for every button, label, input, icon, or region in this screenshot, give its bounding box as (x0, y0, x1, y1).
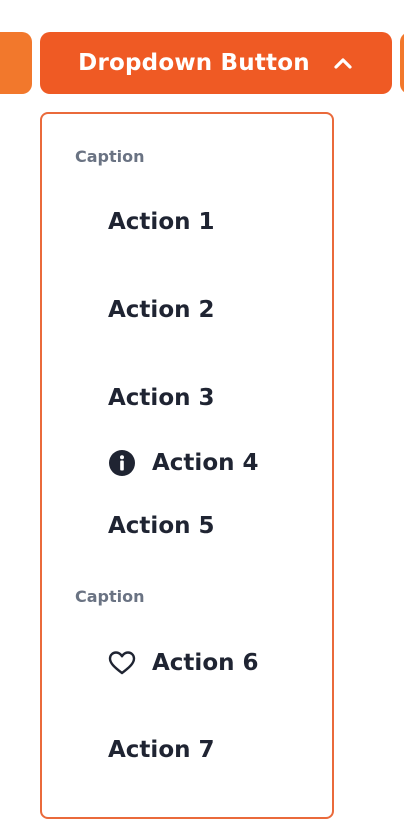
dropdown-menu: Caption Action 1 Action 2 Action 3 Actio… (40, 112, 334, 819)
menu-item-action-6[interactable]: Action 6 (108, 649, 259, 677)
chevron-up-icon (332, 52, 354, 74)
menu-item-label: Action 3 (108, 385, 215, 411)
menu-item-label: Action 2 (108, 297, 215, 323)
dropdown-button[interactable]: Dropdown Button (40, 32, 392, 94)
menu-item-action-2[interactable]: Action 2 (108, 297, 215, 323)
menu-caption-1: Caption (75, 147, 145, 166)
menu-item-action-5[interactable]: Action 5 (108, 513, 215, 539)
dropdown-button-label: Dropdown Button (78, 50, 310, 76)
menu-item-action-7[interactable]: Action 7 (108, 737, 215, 763)
adjacent-button-left[interactable] (0, 32, 32, 94)
menu-item-label: Action 1 (108, 209, 215, 235)
menu-item-action-3[interactable]: Action 3 (108, 385, 215, 411)
dropdown-demo: Dropdown Button Caption Action 1 Action … (0, 0, 404, 822)
info-icon (108, 449, 136, 477)
menu-item-action-4[interactable]: Action 4 (108, 449, 259, 477)
adjacent-button-right[interactable] (400, 32, 404, 94)
menu-item-label: Action 5 (108, 513, 215, 539)
menu-item-label: Action 4 (152, 450, 259, 476)
heart-icon (108, 649, 136, 677)
menu-item-label: Action 7 (108, 737, 215, 763)
menu-caption-2: Caption (75, 587, 145, 606)
menu-item-action-1[interactable]: Action 1 (108, 209, 215, 235)
menu-item-label: Action 6 (152, 650, 259, 676)
